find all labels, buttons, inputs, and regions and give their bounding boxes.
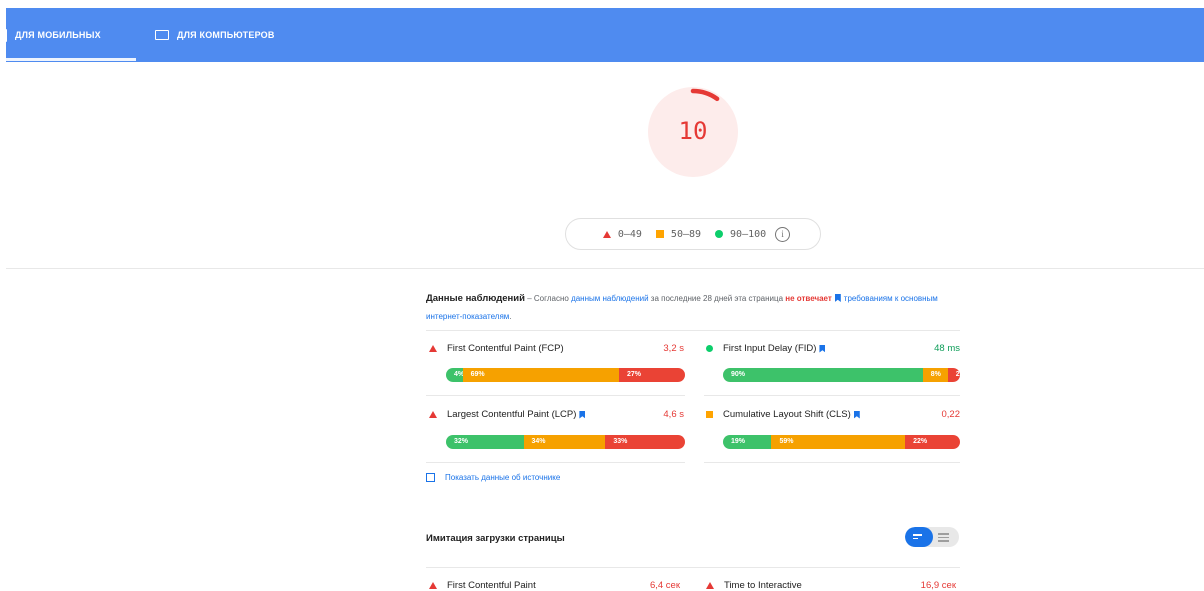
distribution-bar: 4%69%27% xyxy=(446,368,685,382)
metric-fcp: First Contentful Paint (FCP) xyxy=(429,343,564,354)
metric-value: 48 ms xyxy=(934,343,960,354)
distribution-bar: 32% 34% 33% xyxy=(446,435,685,449)
square-icon xyxy=(706,411,713,418)
distribution-bar: 90%8%2% xyxy=(723,368,960,382)
legend-label-average: 50–89 xyxy=(670,228,702,240)
fail-status: не отвечает xyxy=(785,294,832,303)
lab-data-title: Имитация загрузки страницы xyxy=(426,533,565,544)
bookmark-icon xyxy=(579,410,586,419)
desc-text: – Согласно xyxy=(524,294,572,303)
metric-name: First Contentful Paint (FCP) xyxy=(447,343,564,354)
tab-desktop[interactable]: ДЛЯ КОМПЬЮТЕРОВ xyxy=(155,8,275,62)
metric-cls: Cumulative Layout Shift (CLS) xyxy=(706,409,863,420)
show-source-data-toggle[interactable]: Показать данные об источнике xyxy=(426,473,560,482)
tab-mobile-label: ДЛЯ МОБИЛЬНЫХ xyxy=(15,30,101,40)
divider xyxy=(704,462,960,463)
smartphone-icon xyxy=(0,28,7,42)
divider xyxy=(6,268,1204,269)
legend-label-bad: 0–49 xyxy=(617,228,642,240)
bar-segment: 90% xyxy=(723,368,923,382)
metric-value: 3,2 s xyxy=(663,343,684,354)
origin-icon xyxy=(426,473,435,482)
metric-lcp: Largest Contentful Paint (LCP) xyxy=(429,409,588,420)
compact-list-icon xyxy=(913,534,924,541)
metric-value: 0,22 xyxy=(941,409,961,420)
divider xyxy=(426,567,960,568)
bar-segment: 19% xyxy=(723,435,772,449)
triangle-icon xyxy=(602,230,611,238)
triangle-icon xyxy=(429,345,437,352)
bar-segment: 33% xyxy=(605,435,685,449)
tab-desktop-label: ДЛЯ КОМПЬЮТЕРОВ xyxy=(177,30,275,40)
lab-metric-tti: Time to Interactive xyxy=(706,580,802,591)
score-legend: 0–49 50–89 90–100 i xyxy=(565,218,821,250)
expanded-list-icon[interactable] xyxy=(938,533,949,544)
info-icon[interactable]: i xyxy=(775,226,791,242)
bookmark-icon xyxy=(819,344,826,353)
legend-item-average: 50–89 xyxy=(655,228,702,240)
triangle-icon xyxy=(429,411,437,418)
metric-name: First Input Delay (FID) xyxy=(723,343,817,354)
metric-value: 16,9 сек xyxy=(920,580,956,591)
metric-value: 4,6 s xyxy=(663,409,684,420)
field-data-link[interactable]: данным наблюдений xyxy=(571,294,648,303)
bar-segment: 69% xyxy=(462,368,619,382)
field-data-title: Данные наблюдений xyxy=(426,293,525,304)
square-icon xyxy=(655,230,664,238)
field-data-description: Данные наблюдений – Согласно данным набл… xyxy=(426,290,966,326)
metric-value: 6,4 сек xyxy=(649,580,680,591)
bar-segment: 59% xyxy=(771,435,906,449)
divider xyxy=(426,462,685,463)
metric-name: First Contentful Paint xyxy=(447,580,536,591)
laptop-icon xyxy=(155,30,169,40)
lab-metric-fcp: First Contentful Paint xyxy=(429,580,536,591)
metric-fid: First Input Delay (FID) xyxy=(706,343,828,354)
bookmark-icon xyxy=(853,410,860,419)
performance-score: 10 xyxy=(678,117,708,145)
metric-name: Cumulative Layout Shift (CLS) xyxy=(723,409,851,420)
legend-item-bad: 0–49 xyxy=(602,228,642,240)
bar-segment: 4% xyxy=(446,368,463,382)
metric-name: Largest Contentful Paint (LCP) xyxy=(447,409,577,420)
desc-text: за последние 28 дней эта страница xyxy=(648,294,786,303)
bookmark-icon xyxy=(834,294,841,302)
desc-text: . xyxy=(509,312,512,321)
bar-segment: 22% xyxy=(905,435,960,449)
bar-segment: 34% xyxy=(523,435,606,449)
divider xyxy=(704,395,960,396)
distribution-bar: 19% 59% 22% xyxy=(723,435,960,449)
view-toggle[interactable] xyxy=(905,527,959,547)
legend-label-good: 90–100 xyxy=(730,228,767,240)
divider xyxy=(426,395,685,396)
tab-mobile[interactable]: ДЛЯ МОБИЛЬНЫХ xyxy=(0,8,101,62)
circle-icon xyxy=(706,345,713,352)
divider xyxy=(426,330,960,331)
triangle-icon xyxy=(706,582,714,589)
show-source-label: Показать данные об источнике xyxy=(445,473,561,482)
bar-segment: 2% xyxy=(947,368,960,382)
legend-item-good: 90–100 xyxy=(715,229,766,240)
top-bar: ДЛЯ МОБИЛЬНЫХ ДЛЯ КОМПЬЮТЕРОВ xyxy=(0,0,1204,62)
triangle-icon xyxy=(429,582,437,589)
bar-segment: 32% xyxy=(446,435,524,449)
active-tab-indicator xyxy=(6,58,136,61)
bar-segment: 8% xyxy=(922,368,948,382)
circle-icon xyxy=(715,230,724,238)
bar-segment: 27% xyxy=(618,368,685,382)
metric-name: Time to Interactive xyxy=(724,580,802,591)
